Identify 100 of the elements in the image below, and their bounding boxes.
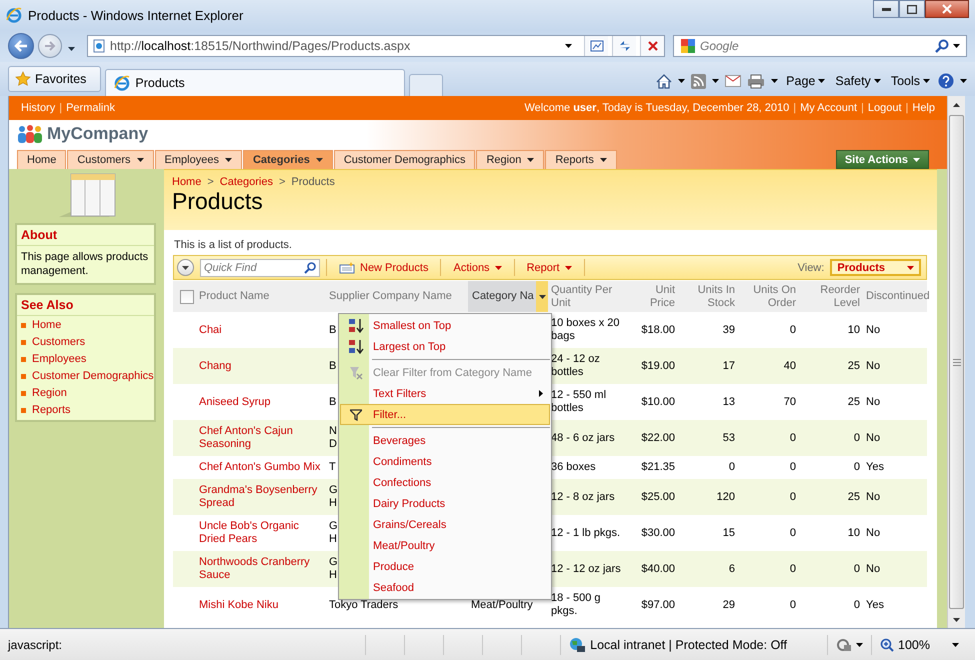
product-link[interactable]: Chang bbox=[199, 360, 232, 372]
table-cell: $22.00 bbox=[641, 432, 675, 444]
mail-icon[interactable] bbox=[725, 75, 742, 87]
account-link[interactable]: My Account bbox=[800, 102, 857, 114]
product-link[interactable]: Aniseed Syrup bbox=[199, 396, 271, 408]
sidebar-link[interactable]: Home bbox=[32, 319, 62, 331]
menu-item[interactable]: Meat/Poultry bbox=[340, 535, 550, 556]
stop-button[interactable] bbox=[640, 36, 664, 56]
print-icon[interactable] bbox=[747, 74, 766, 88]
nav-tab[interactable]: Customers bbox=[67, 150, 154, 169]
search-field[interactable]: Google bbox=[673, 35, 967, 57]
close-button[interactable] bbox=[925, 0, 969, 18]
toolbar-button[interactable]: Report bbox=[520, 262, 578, 274]
menu-item[interactable]: Grains/Cereals bbox=[340, 514, 550, 535]
view-selector[interactable]: Products bbox=[830, 259, 921, 276]
compatibility-view-button[interactable] bbox=[584, 36, 608, 56]
menu-item[interactable]: Seafood bbox=[340, 577, 550, 598]
new-record-icon bbox=[339, 262, 355, 274]
nav-tab[interactable]: Region bbox=[476, 150, 544, 169]
select-all-checkbox[interactable] bbox=[180, 290, 194, 304]
product-link[interactable]: Chai bbox=[199, 324, 222, 336]
column-header[interactable]: Unit Price bbox=[626, 281, 678, 312]
minimize-button[interactable] bbox=[873, 0, 899, 18]
feeds-icon[interactable] bbox=[691, 74, 706, 88]
sidebar-link[interactable]: Customer Demographics bbox=[32, 370, 154, 382]
maximize-button[interactable] bbox=[899, 0, 925, 18]
help-icon[interactable] bbox=[938, 73, 954, 89]
table-cell: 0 bbox=[854, 461, 860, 474]
account-link[interactable]: Logout bbox=[868, 102, 902, 114]
account-link[interactable]: Help bbox=[912, 102, 935, 114]
forward-arrow-icon bbox=[44, 41, 56, 51]
maximize-icon bbox=[907, 4, 917, 14]
menu-item[interactable]: Produce bbox=[340, 556, 550, 577]
toolbar-button[interactable]: New Products bbox=[333, 262, 434, 274]
menu-item[interactable]: Smallest on Top bbox=[340, 315, 550, 336]
breadcrumb-link[interactable]: Home bbox=[172, 176, 202, 188]
bullet-icon bbox=[21, 322, 26, 328]
menu-item[interactable]: Condiments bbox=[340, 451, 550, 472]
nav-tab[interactable]: Categories bbox=[242, 150, 333, 169]
sidebar-link[interactable]: Reports bbox=[32, 404, 71, 416]
column-header[interactable]: Quantity Per Unit bbox=[548, 281, 626, 312]
table-cell: 0 bbox=[790, 526, 796, 540]
product-link[interactable]: Uncle Bob's Organic Dried Pears bbox=[199, 520, 323, 546]
refresh-button[interactable] bbox=[612, 36, 636, 56]
header-link[interactable]: Permalink bbox=[66, 102, 115, 114]
welcome-text: Welcome user, Today is Tuesday, December 28, 2010 bbox=[524, 102, 790, 114]
header-link[interactable]: History bbox=[21, 102, 56, 114]
product-link[interactable]: Chef Anton's Gumbo Mix bbox=[199, 461, 320, 474]
menu-item[interactable]: Dairy Products bbox=[340, 493, 550, 514]
breadcrumb-link[interactable]: Categories bbox=[220, 176, 273, 188]
column-header[interactable]: Product Name bbox=[196, 281, 326, 312]
favorites-button[interactable]: Favorites bbox=[8, 66, 102, 92]
table-cell: 29 bbox=[722, 598, 735, 612]
nav-tab[interactable]: Employees bbox=[154, 150, 242, 169]
sidebar-link[interactable]: Customers bbox=[32, 336, 86, 348]
quick-find-dropdown[interactable] bbox=[177, 259, 194, 276]
table-cell: 0 bbox=[790, 490, 796, 504]
back-button[interactable] bbox=[8, 33, 34, 59]
quick-find-field[interactable]: Quick Find bbox=[200, 258, 320, 276]
column-header[interactable]: Discontinued bbox=[863, 281, 927, 312]
menu-item[interactable]: Confections bbox=[340, 472, 550, 493]
table-cell: $30.00 bbox=[641, 526, 675, 540]
breadcrumb-separator: > bbox=[207, 176, 214, 188]
quick-find-input[interactable]: Quick Find bbox=[204, 262, 304, 274]
product-link[interactable]: Mishi Kobe Niku bbox=[199, 598, 278, 612]
nav-tab[interactable]: Reports bbox=[545, 150, 617, 169]
browser-tab[interactable]: Products bbox=[105, 69, 406, 96]
menu-item[interactable]: Largest on Top bbox=[340, 336, 550, 357]
sidebar-link[interactable]: Employees bbox=[32, 353, 86, 365]
caret-icon bbox=[923, 79, 930, 83]
sidebar-link[interactable]: Region bbox=[32, 387, 67, 399]
command-menu[interactable]: Tools bbox=[888, 74, 932, 88]
column-header[interactable]: Units In Stock bbox=[678, 281, 738, 312]
table-cell: 40 bbox=[784, 360, 796, 372]
command-menu[interactable]: Safety bbox=[833, 74, 883, 88]
column-header[interactable]: Category Na bbox=[468, 281, 548, 312]
column-header[interactable]: Units On Order bbox=[738, 281, 799, 312]
address-field[interactable]: http://localhost:18515/Northwind/Pages/Products.aspx bbox=[87, 35, 665, 57]
menu-item[interactable]: Filter... bbox=[340, 404, 550, 425]
star-icon bbox=[15, 71, 31, 87]
clear-filter-icon bbox=[349, 366, 363, 380]
command-menu[interactable]: Page bbox=[784, 74, 828, 88]
bullet-icon bbox=[21, 390, 26, 396]
site-actions-button[interactable]: Site Actions bbox=[836, 150, 929, 169]
sort-ascending-icon bbox=[348, 318, 364, 334]
menu-item[interactable]: Beverages bbox=[340, 430, 550, 451]
nav-tab[interactable]: Customer Demographics bbox=[334, 150, 476, 169]
toolbar-button[interactable]: Actions bbox=[447, 262, 508, 274]
column-header[interactable]: Reorder Level bbox=[799, 281, 863, 312]
search-input[interactable]: Google bbox=[700, 39, 931, 53]
column-header[interactable]: Supplier Company Name bbox=[326, 281, 468, 312]
nav-tab[interactable]: Home bbox=[17, 150, 66, 169]
zoom-button[interactable]: 100% bbox=[871, 634, 967, 654]
refresh-icon bbox=[618, 39, 632, 53]
table-cell: G H bbox=[329, 484, 338, 510]
menu-item[interactable]: Text Filters bbox=[340, 383, 550, 404]
page-title: Products bbox=[172, 188, 264, 214]
home-icon[interactable] bbox=[656, 74, 672, 88]
table-cell: $40.00 bbox=[641, 562, 675, 576]
scrollbar[interactable] bbox=[947, 96, 965, 628]
